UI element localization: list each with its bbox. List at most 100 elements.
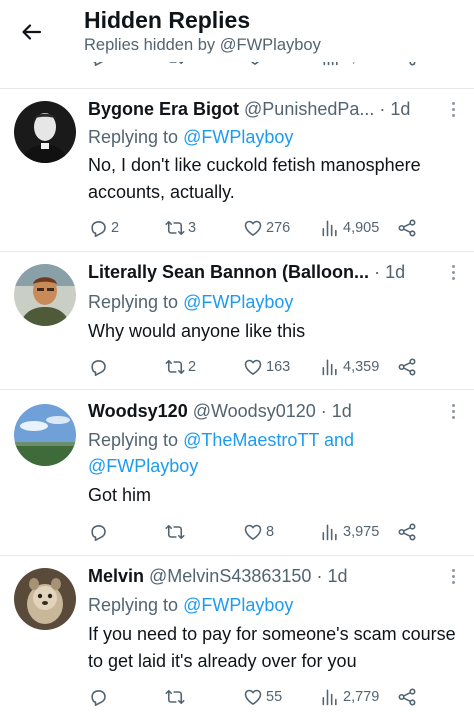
retweet-button[interactable]	[165, 520, 188, 544]
avatar-image	[14, 264, 76, 326]
page-subtitle: Replies hidden by @FWPlayboy	[84, 36, 321, 54]
reply-button[interactable]	[88, 685, 111, 709]
avatar[interactable]	[14, 101, 76, 163]
retweet-icon	[165, 687, 185, 707]
share-icon	[397, 522, 417, 542]
display-name[interactable]: Bygone Era Bigot	[88, 99, 239, 119]
display-name[interactable]: Woodsy120	[88, 401, 188, 421]
retweet-count: 3	[188, 220, 197, 236]
reply-header: Bygone Era Bigot @PunishedPa... · 1d	[88, 99, 446, 123]
heart-icon	[243, 687, 263, 707]
like-count: 276	[266, 220, 291, 236]
reply-item[interactable]: Woodsy120 @Woodsy0120 · 1d Replying to @…	[0, 390, 474, 555]
share-button[interactable]	[397, 520, 417, 544]
mention-link[interactable]: @TheMaestroTT and	[183, 430, 354, 450]
comment-bubble-icon	[88, 522, 108, 542]
reply-item[interactable]: Melvin @MelvinS43863150 · 1d Replying to…	[0, 556, 474, 720]
reply-text: Why would anyone like this	[88, 321, 306, 341]
retweet-button[interactable]: 3	[165, 216, 196, 240]
views-count: 4,905	[343, 220, 380, 236]
timestamp[interactable]: 1d	[385, 262, 405, 282]
replying-prefix: Replying to	[88, 292, 184, 312]
timestamp[interactable]: 1d	[327, 566, 347, 586]
back-button[interactable]	[16, 16, 48, 48]
replying-to: Replying to @FWPlayboy	[88, 289, 464, 315]
action-bar: 55 2,779	[0, 685, 474, 709]
reply-text: No, I don't like cuckold fetish manosphe…	[88, 155, 421, 202]
replying-prefix: Replying to	[88, 127, 184, 147]
mention-link[interactable]: @FWPlayboy	[183, 595, 293, 615]
display-name[interactable]: Literally Sean Bannon (Balloon...	[88, 262, 369, 282]
more-vertical-icon	[452, 404, 458, 419]
reply-header: Melvin @MelvinS43863150 · 1d	[88, 566, 446, 590]
top-bar: Hidden Replies Replies hidden by @FWPlay…	[0, 0, 474, 62]
avatar[interactable]	[14, 404, 76, 466]
avatar-image	[14, 404, 76, 466]
more-button[interactable]	[452, 404, 458, 422]
reply-button[interactable]	[88, 520, 111, 544]
page-title: Hidden Replies	[84, 7, 251, 33]
retweet-count: 2	[188, 359, 197, 375]
action-bar: 2 163 4,359	[0, 355, 474, 379]
retweet-icon	[165, 218, 185, 238]
user-handle[interactable]: @Woodsy0120	[193, 401, 316, 421]
like-count: 55	[266, 689, 283, 705]
reply-text: If you need to pay for someone's scam co…	[88, 624, 456, 671]
mention-link[interactable]: @FWPlayboy	[183, 292, 293, 312]
reply-header: Literally Sean Bannon (Balloon... · 1d	[88, 262, 446, 286]
more-vertical-icon	[452, 569, 458, 584]
bar-chart-icon	[320, 522, 340, 542]
share-button[interactable]	[397, 355, 417, 379]
share-button[interactable]	[397, 216, 417, 240]
avatar-image	[14, 568, 76, 630]
heart-icon	[243, 522, 263, 542]
timestamp[interactable]: 1d	[390, 99, 410, 119]
like-button[interactable]: 163	[243, 355, 290, 379]
display-name[interactable]: Melvin	[88, 566, 144, 586]
like-count: 8	[266, 524, 275, 540]
avatar-image	[14, 101, 76, 163]
user-handle[interactable]: @MelvinS43863150	[149, 566, 311, 586]
comment-bubble-icon	[88, 218, 108, 238]
comment-bubble-icon	[88, 357, 108, 377]
like-button[interactable]: 276	[243, 216, 290, 240]
replying-to: Replying to @FWPlayboy	[88, 124, 464, 150]
share-icon	[397, 218, 417, 238]
views-button[interactable]: 3,975	[320, 520, 379, 544]
reply-button[interactable]: 2	[88, 216, 119, 240]
replying-to: Replying to @TheMaestroTT and @FWPlayboy	[88, 427, 464, 479]
retweet-button[interactable]	[165, 685, 188, 709]
mention-link[interactable]: @FWPlayboy	[183, 127, 293, 147]
user-handle[interactable]: @PunishedPa...	[244, 99, 374, 119]
views-button[interactable]: 4,905	[320, 216, 379, 240]
more-vertical-icon	[452, 265, 458, 280]
more-button[interactable]	[452, 569, 458, 587]
more-button[interactable]	[452, 265, 458, 283]
like-button[interactable]: 8	[243, 520, 274, 544]
reply-item[interactable]: Literally Sean Bannon (Balloon... · 1d R…	[0, 252, 474, 389]
avatar[interactable]	[14, 264, 76, 326]
share-button[interactable]	[397, 685, 417, 709]
retweet-icon	[165, 357, 185, 377]
like-button[interactable]: 55	[243, 685, 282, 709]
like-count: 163	[266, 359, 291, 375]
comment-bubble-icon	[88, 687, 108, 707]
retweet-button[interactable]: 2	[165, 355, 196, 379]
replying-prefix: Replying to	[88, 595, 184, 615]
heart-icon	[243, 218, 263, 238]
views-button[interactable]: 2,779	[320, 685, 379, 709]
more-button[interactable]	[452, 102, 458, 120]
bar-chart-icon	[320, 357, 340, 377]
action-bar: 8 3,975	[0, 520, 474, 544]
reply-item[interactable]: Bygone Era Bigot @PunishedPa... · 1d Rep…	[0, 89, 474, 251]
heart-icon	[243, 357, 263, 377]
timestamp[interactable]: 1d	[332, 401, 352, 421]
separator: ·	[374, 262, 381, 282]
separator: ·	[316, 566, 323, 586]
bar-chart-icon	[320, 218, 340, 238]
reply-button[interactable]	[88, 355, 111, 379]
views-button[interactable]: 4,359	[320, 355, 379, 379]
avatar[interactable]	[14, 568, 76, 630]
mention-link[interactable]: @FWPlayboy	[88, 456, 198, 476]
replying-to: Replying to @FWPlayboy	[88, 592, 464, 618]
